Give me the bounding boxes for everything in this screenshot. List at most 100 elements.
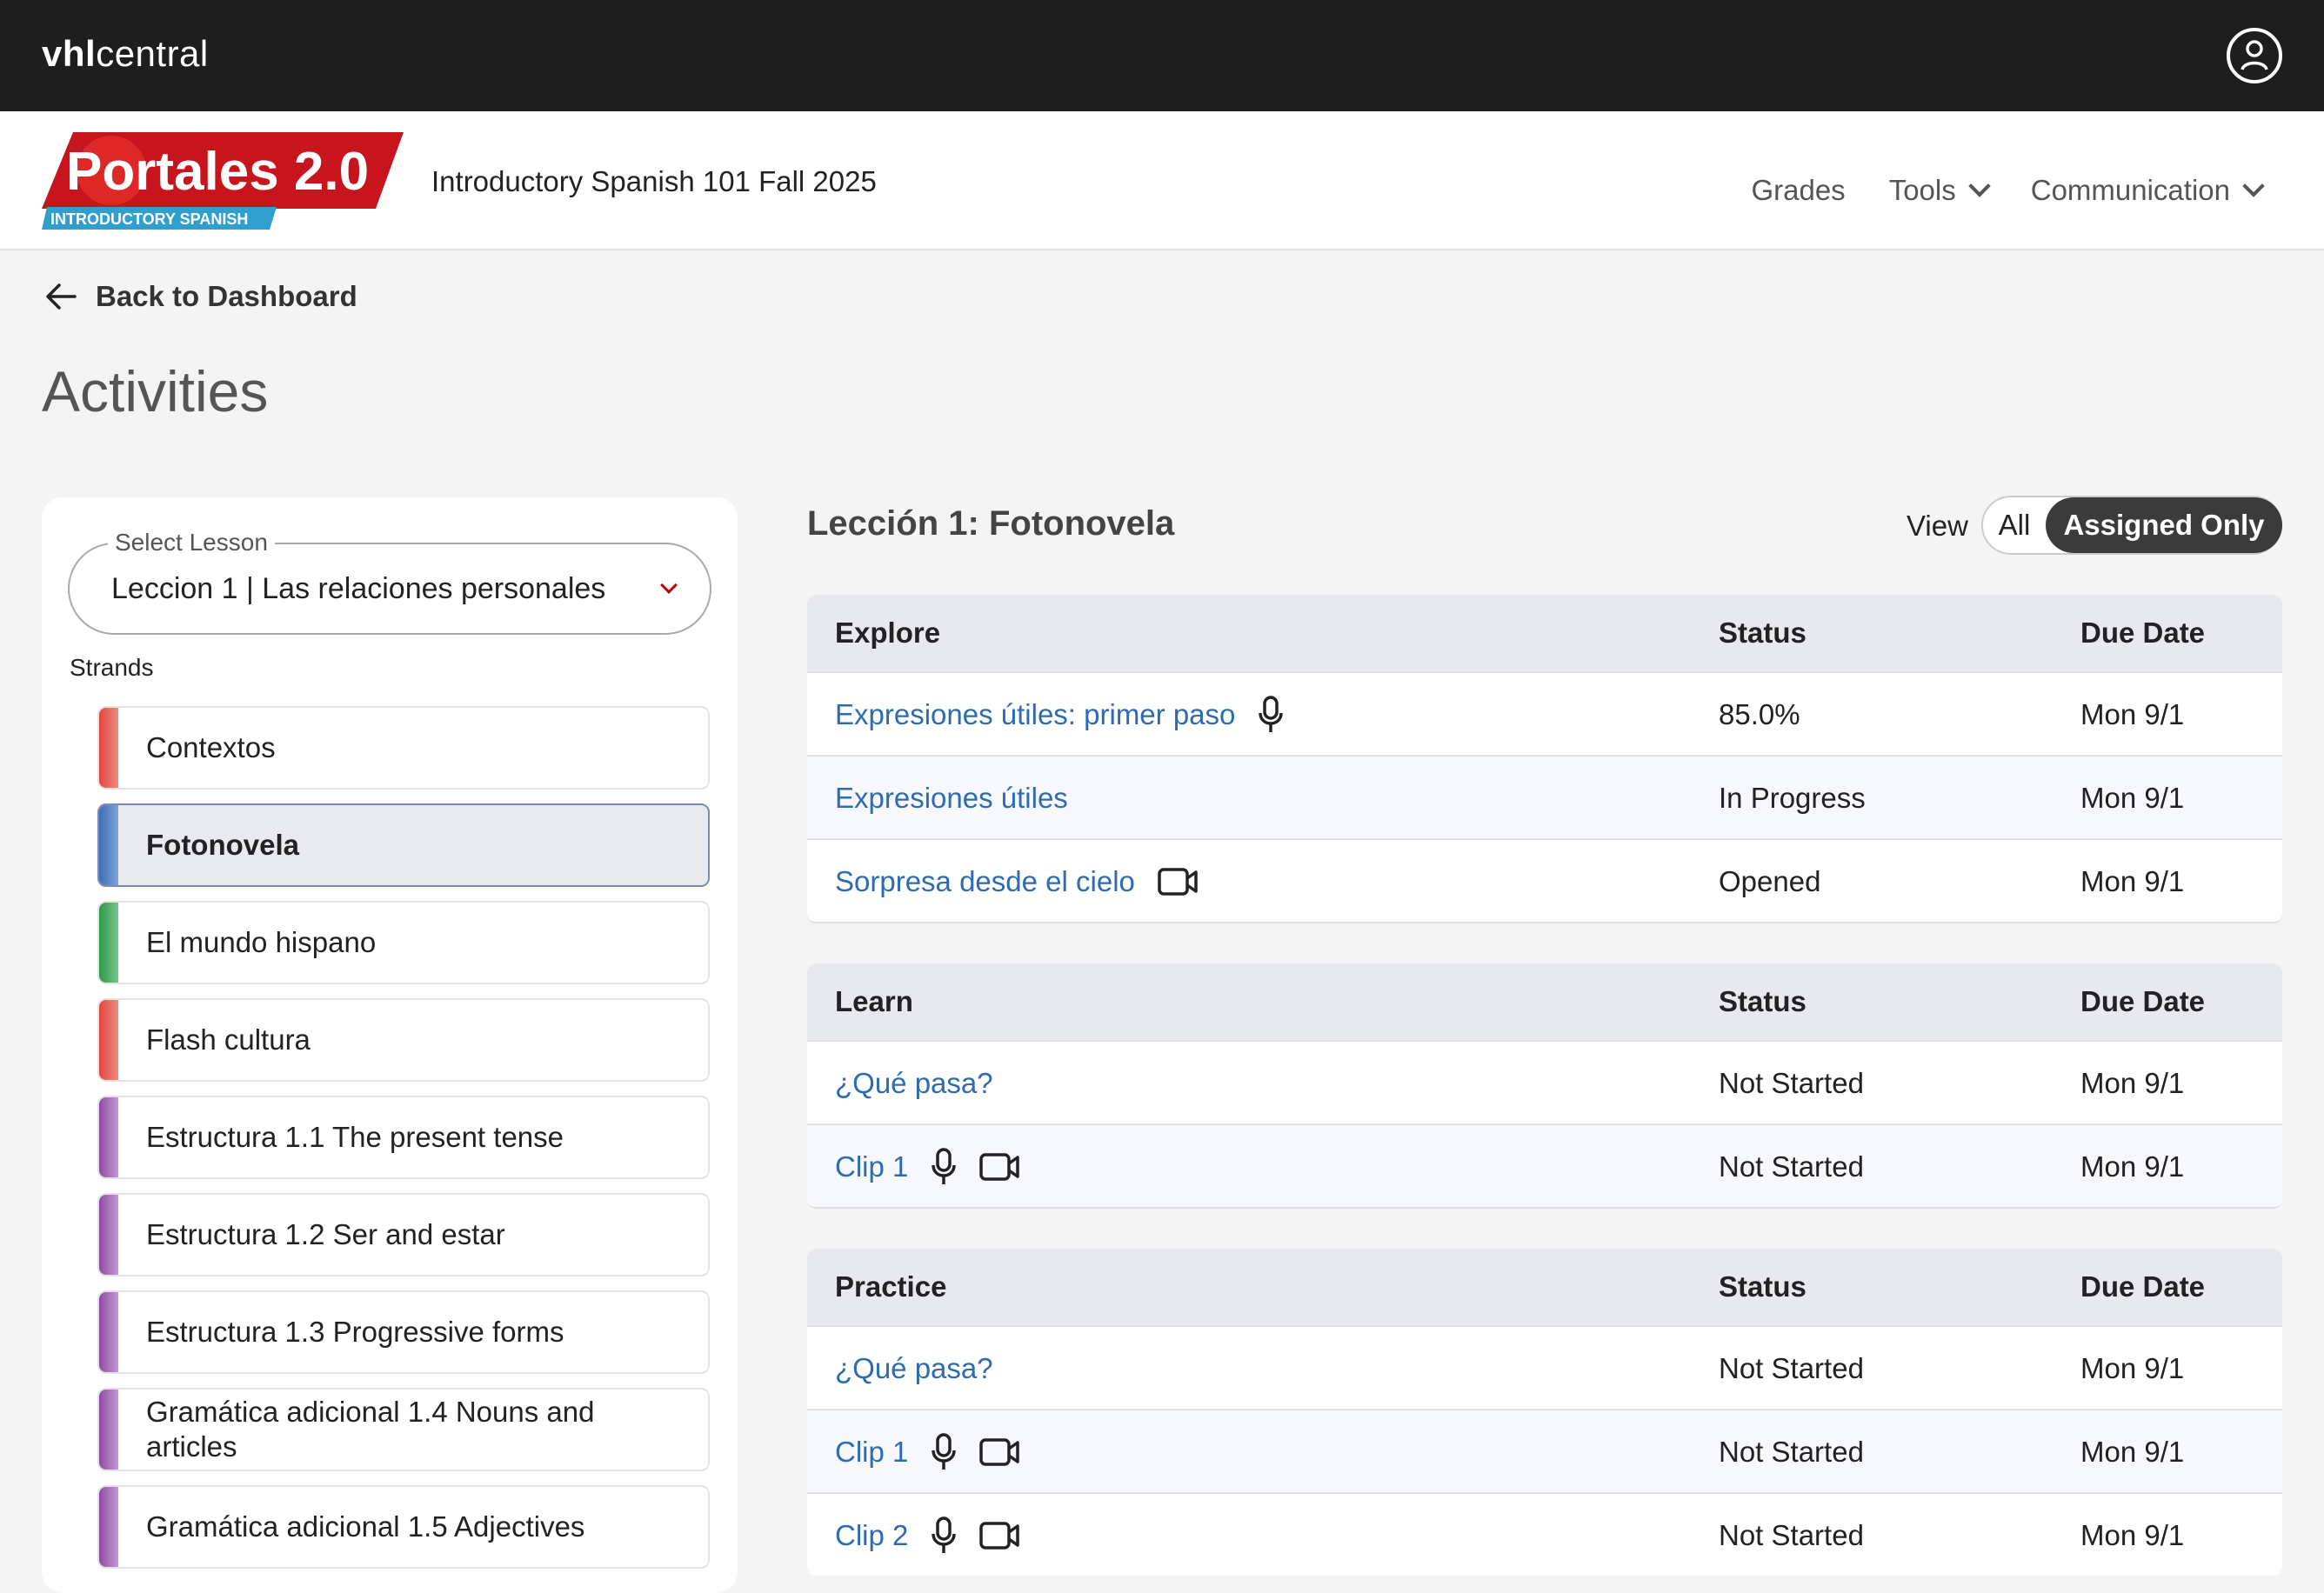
chevron-down-icon (1968, 175, 1991, 197)
lesson-select[interactable]: Select Lesson Leccion 1 | Las relaciones… (68, 529, 711, 635)
explore-table: Explore Status Due Date Expresiones útil… (807, 595, 2282, 923)
table-row: Clip 1 Not Started Mon 9/1 (807, 1409, 2282, 1492)
microphone-icon (931, 1148, 957, 1186)
activity-status: 85.0% (1719, 698, 1800, 730)
practice-table: Practice Status Due Date ¿Qué pasa? Not … (807, 1249, 2282, 1576)
table-row: Expresiones útiles: primer paso 85.0% Mo… (807, 671, 2282, 755)
vhl-central-logo[interactable]: vhlcentral (42, 33, 209, 75)
view-label: View (1907, 510, 1968, 542)
status-header: Status (1719, 985, 1806, 1017)
status-header: Status (1719, 617, 1806, 649)
activity-status: Not Started (1719, 1436, 1864, 1468)
strand-color-bar (99, 805, 118, 885)
course-header: Portales 2.0 INTRODUCTORY SPANISH Introd… (0, 111, 2324, 250)
view-toggle: All Assigned Only (1981, 496, 2282, 555)
nav-tools[interactable]: Tools (1889, 174, 1991, 207)
due-date-header: Due Date (2080, 617, 2206, 649)
strand-flash-cultura[interactable]: Flash cultura (97, 998, 710, 1082)
activity-link[interactable]: ¿Qué pasa? (835, 1067, 993, 1100)
user-account-icon[interactable] (2227, 28, 2282, 83)
strand-fotonovela[interactable]: Fotonovela (97, 803, 710, 887)
strand-color-bar (99, 903, 118, 983)
due-date-header: Due Date (2080, 1270, 2206, 1303)
table-header: Explore Status Due Date (807, 595, 2282, 671)
activity-due-date: Mon 9/1 (2080, 1150, 2185, 1183)
view-assigned-only-option[interactable]: Assigned Only (2046, 497, 2282, 553)
table-row: Expresiones útiles In Progress Mon 9/1 (807, 755, 2282, 838)
activity-due-date: Mon 9/1 (2080, 1519, 2185, 1551)
video-camera-icon (1158, 867, 1198, 896)
activity-link[interactable]: ¿Qué pasa? (835, 1352, 993, 1385)
lesson-heading: Lección 1: Fotonovela (807, 504, 1175, 543)
course-title: Introductory Spanish 101 Fall 2025 (431, 165, 877, 197)
activity-due-date: Mon 9/1 (2080, 1067, 2185, 1099)
strand-label: Gramática adicional 1.4 Nouns and articl… (146, 1396, 595, 1463)
table-row: ¿Qué pasa? Not Started Mon 9/1 (807, 1040, 2282, 1123)
table-row: ¿Qué pasa? Not Started Mon 9/1 (807, 1325, 2282, 1409)
nav-communication[interactable]: Communication (2031, 174, 2265, 207)
lesson-sidebar: Select Lesson Leccion 1 | Las relaciones… (42, 497, 738, 1593)
activity-link[interactable]: Clip 1 (835, 1436, 908, 1469)
strand-contextos[interactable]: Contextos (97, 706, 710, 790)
activity-link[interactable]: Clip 1 (835, 1150, 908, 1183)
back-to-dashboard-link[interactable]: Back to Dashboard (45, 280, 357, 313)
microphone-icon (1258, 696, 1284, 734)
section-title: Practice (835, 1270, 947, 1303)
table-header: Practice Status Due Date (807, 1249, 2282, 1325)
portales-logo[interactable]: Portales 2.0 INTRODUCTORY SPANISH (42, 132, 404, 230)
table-header: Learn Status Due Date (807, 963, 2282, 1040)
section-title: Learn (835, 985, 913, 1017)
video-camera-icon (979, 1152, 1020, 1182)
learn-table: Learn Status Due Date ¿Qué pasa? Not Sta… (807, 963, 2282, 1209)
activity-status: Not Started (1719, 1519, 1864, 1551)
strand-color-bar (99, 1390, 118, 1470)
strand-color-bar (99, 1487, 118, 1567)
section-title: Explore (835, 617, 941, 649)
activity-link[interactable]: Expresiones útiles: primer paso (835, 698, 1235, 731)
activity-status: Not Started (1719, 1352, 1864, 1384)
video-camera-icon (979, 1437, 1020, 1467)
status-header: Status (1719, 1270, 1806, 1303)
lesson-select-label: Select Lesson (108, 529, 275, 557)
logo-title: Portales 2.0 (66, 142, 369, 202)
strand-label: Estructura 1.3 Progressive forms (146, 1316, 564, 1348)
strand-label: El mundo hispano (146, 926, 377, 958)
page-title: Activities (42, 359, 269, 423)
microphone-icon (931, 1516, 957, 1555)
strand-estructura-1-2[interactable]: Estructura 1.2 Ser and estar (97, 1193, 710, 1276)
activity-link[interactable]: Expresiones útiles (835, 782, 1068, 815)
due-date-header: Due Date (2080, 985, 2206, 1017)
view-all-option[interactable]: All (1983, 497, 2046, 553)
strand-gramatica-1-4[interactable]: Gramática adicional 1.4 Nouns and articl… (97, 1388, 710, 1471)
activity-due-date: Mon 9/1 (2080, 865, 2185, 897)
logo-subtitle: INTRODUCTORY SPANISH (50, 210, 248, 228)
strand-color-bar (99, 1000, 118, 1080)
back-label: Back to Dashboard (96, 280, 357, 312)
strand-label: Estructura 1.1 The present tense (146, 1121, 564, 1153)
activity-link[interactable]: Clip 2 (835, 1519, 908, 1552)
activity-status: Not Started (1719, 1150, 1864, 1183)
strand-estructura-1-3[interactable]: Estructura 1.3 Progressive forms (97, 1290, 710, 1374)
activity-status: In Progress (1719, 782, 1866, 814)
strand-gramatica-1-5[interactable]: Gramática adicional 1.5 Adjectives (97, 1485, 710, 1569)
activity-status: Opened (1719, 865, 1821, 897)
nav-grades[interactable]: Grades (1751, 174, 1845, 207)
strand-estructura-1-1[interactable]: Estructura 1.1 The present tense (97, 1096, 710, 1179)
strands-label: Strands (70, 654, 154, 681)
chevron-down-icon (660, 577, 678, 594)
activity-status: Not Started (1719, 1067, 1864, 1099)
activity-due-date: Mon 9/1 (2080, 782, 2185, 814)
strand-color-bar (99, 1097, 118, 1177)
strand-label: Contextos (146, 731, 276, 763)
strand-label: Fotonovela (146, 829, 300, 861)
arrow-left-icon (46, 283, 77, 310)
strand-el-mundo-hispano[interactable]: El mundo hispano (97, 901, 710, 984)
strand-label: Flash cultura (146, 1023, 311, 1056)
strand-color-bar (99, 1195, 118, 1275)
activity-link[interactable]: Sorpresa desde el cielo (835, 865, 1135, 898)
strand-color-bar (99, 708, 118, 788)
microphone-icon (931, 1433, 957, 1471)
strand-label: Gramática adicional 1.5 Adjectives (146, 1510, 585, 1543)
strand-label: Estructura 1.2 Ser and estar (146, 1218, 505, 1250)
activity-due-date: Mon 9/1 (2080, 1352, 2185, 1384)
